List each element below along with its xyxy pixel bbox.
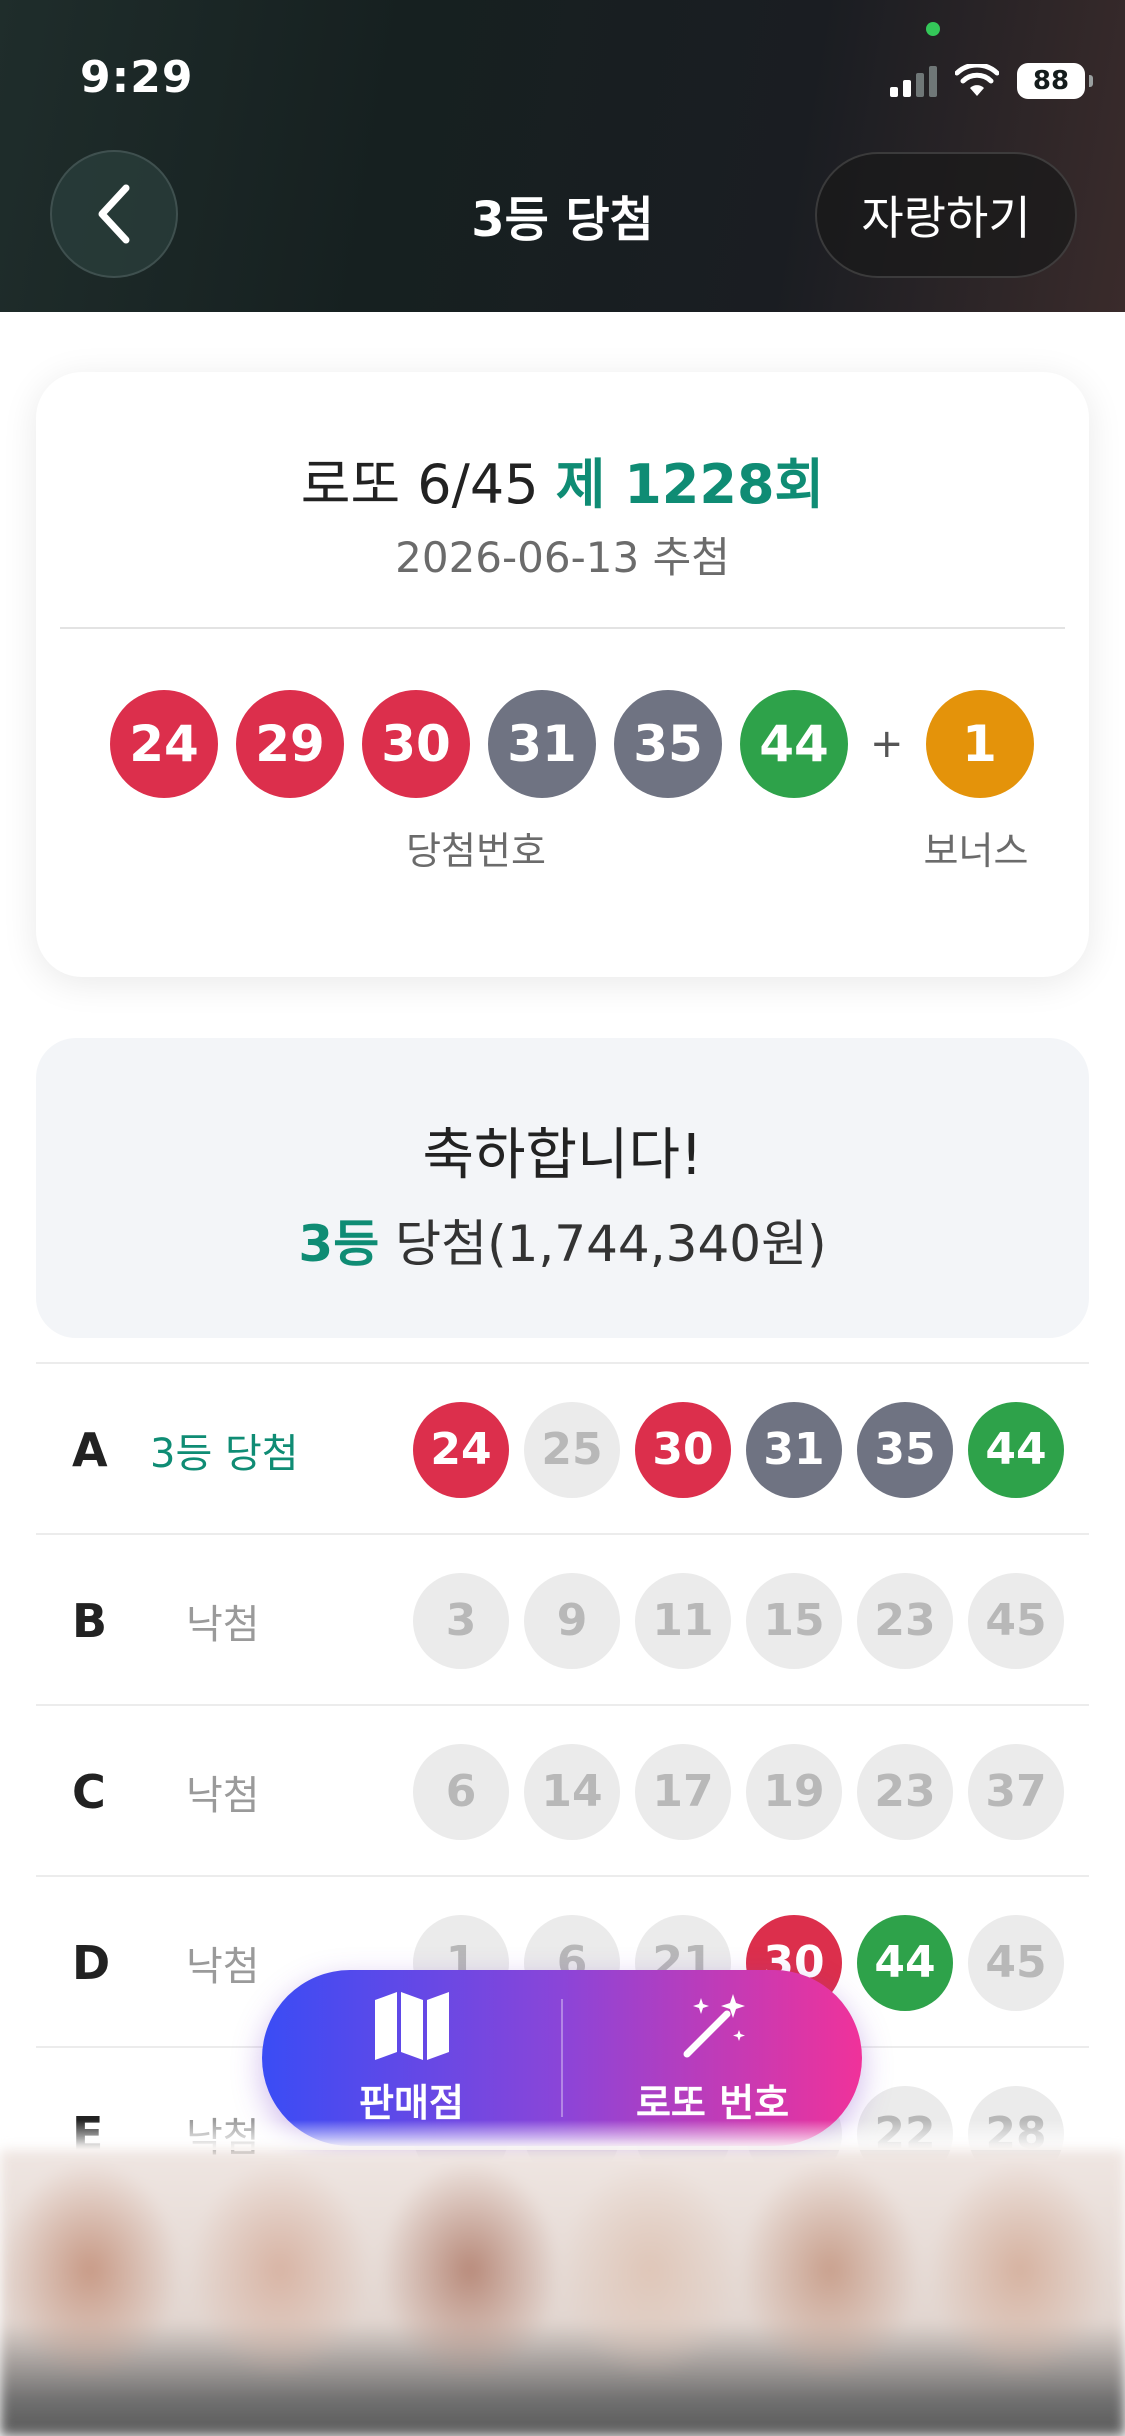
- draw-round: 제 1228회: [555, 453, 825, 516]
- draw-info-card: 로또 6/45 제 1228회 2026-06-13 추첨 24 29 30 31 35…: [36, 372, 1089, 977]
- map-icon: [374, 1991, 449, 2060]
- draw-date: 2026-06-13 추첨: [395, 533, 730, 582]
- ticket-letter: C: [72, 1764, 106, 1819]
- ticket-status: 낙첨: [186, 1772, 260, 1819]
- draw-title: 로또 6/45 제 1228회: [36, 440, 1089, 519]
- bonus-ball: 1: [925, 690, 1034, 798]
- store-label: 판매점: [359, 2080, 464, 2125]
- ticket-ball: 35: [857, 1401, 953, 1498]
- ticket-ball: 45: [968, 1572, 1064, 1669]
- ticket-ball: 6: [413, 1743, 509, 1840]
- cellular-signal-icon: [890, 65, 937, 97]
- divider: [60, 627, 1065, 629]
- top-header: 9:29 88 3등 당첨 자랑하기: [0, 0, 1125, 312]
- winning-numbers-caption: 당첨번호: [406, 829, 546, 873]
- ticket-ball: 23: [857, 1743, 953, 1840]
- prize-message: 3등 당첨(1,744,340원): [36, 1204, 1089, 1276]
- ticket-numbers: 6 14 17 19 23 37: [413, 1706, 1064, 1877]
- ticket-ball: 37: [968, 1743, 1064, 1840]
- status-time: 9:29: [80, 52, 194, 103]
- ticket-letter: A: [72, 1422, 108, 1477]
- ticket-status: 3등 당첨: [150, 1430, 299, 1477]
- ticket-row: B 낙첨 3 9 11 15 23 45: [36, 1533, 1089, 1704]
- winning-ball: 44: [740, 690, 848, 798]
- ticket-ball: 9: [524, 1572, 620, 1669]
- ticket-ball: 44: [968, 1401, 1064, 1498]
- ticket-row: A 3등 당첨 24 25 30 31 35 44: [36, 1362, 1089, 1533]
- ticket-letter: B: [72, 1593, 108, 1648]
- ticket-ball: 24: [413, 1401, 509, 1498]
- wifi-icon: [955, 64, 999, 96]
- ticket-letter: D: [72, 1935, 111, 1990]
- ticket-ball: 17: [635, 1743, 731, 1840]
- ticket-status: 낙첨: [186, 1601, 260, 1648]
- ticket-ball: 44: [857, 1914, 953, 2011]
- status-icons: 88: [890, 58, 1093, 104]
- ad-fade: [0, 2120, 1125, 2150]
- ticket-ball: 25: [524, 1401, 620, 1498]
- winning-ball: 31: [488, 690, 596, 798]
- ticket-status: 낙첨: [186, 1943, 260, 1990]
- ticket-numbers: 24 25 30 31 35 44: [413, 1364, 1064, 1535]
- battery-level: 88: [1032, 66, 1070, 96]
- bonus-caption: 보너스: [923, 829, 1029, 873]
- plus-sign: +: [870, 721, 904, 767]
- ticket-ball: 14: [524, 1743, 620, 1840]
- prize-rank: 3등: [298, 1215, 380, 1273]
- ticket-ball: 15: [746, 1572, 842, 1669]
- ticket-ball: 11: [635, 1572, 731, 1669]
- ticket-ball: 31: [746, 1401, 842, 1498]
- congrats-message: 축하합니다!: [422, 1123, 703, 1188]
- ad-banner[interactable]: [0, 2150, 1125, 2436]
- winning-ball: 30: [362, 690, 470, 798]
- lotto-name: 로또 6/45: [300, 453, 539, 516]
- lotto-number-label: 로또 번호: [635, 2080, 790, 2125]
- share-button[interactable]: 자랑하기: [815, 152, 1077, 278]
- winning-ball: 35: [614, 690, 722, 798]
- ticket-ball: 3: [413, 1572, 509, 1669]
- result-card: 축하합니다! 3등 당첨(1,744,340원): [36, 1038, 1089, 1338]
- winning-ball: 24: [110, 690, 218, 798]
- winning-numbers: 24 29 30 31 35 44 +1: [110, 690, 1034, 798]
- winning-ball: 29: [236, 690, 344, 798]
- ticket-row: C 낙첨 6 14 17 19 23 37: [36, 1704, 1089, 1875]
- prize-amount: 당첨(1,744,340원): [379, 1215, 827, 1273]
- battery-icon: 88: [1017, 63, 1093, 99]
- ticket-ball: 19: [746, 1743, 842, 1840]
- ticket-numbers: 3 9 11 15 23 45: [413, 1535, 1064, 1706]
- magic-wand-icon: [683, 1993, 745, 2057]
- ticket-ball: 45: [968, 1914, 1064, 2011]
- ticket-ball: 23: [857, 1572, 953, 1669]
- privacy-indicator-dot: [926, 22, 940, 36]
- ticket-ball: 30: [635, 1401, 731, 1498]
